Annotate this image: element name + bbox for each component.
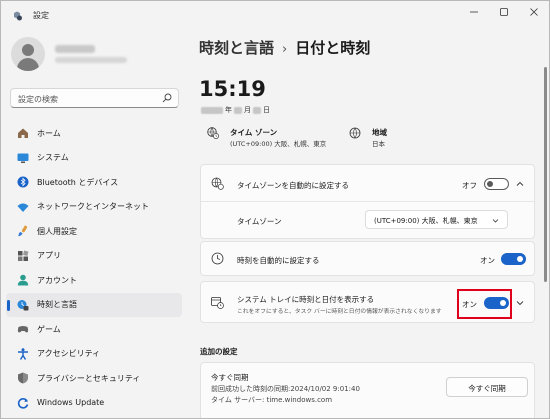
month-suffix: 月 bbox=[244, 106, 251, 114]
sidebar-item-label: Windows Update bbox=[37, 398, 105, 408]
chevron-down-icon bbox=[492, 219, 499, 223]
scrollbar[interactable] bbox=[544, 67, 547, 282]
sidebar-item-label: ホーム bbox=[37, 128, 61, 138]
auto-timezone-label: タイムゾーンを自動的に設定する bbox=[237, 181, 349, 190]
sidebar-item-personalization[interactable]: 個人用設定 bbox=[6, 219, 182, 244]
user-name-redacted bbox=[55, 45, 95, 53]
sidebar-item-gaming[interactable]: ゲーム bbox=[6, 317, 182, 342]
sidebar-item-label: アカウント bbox=[37, 275, 77, 285]
minimize-icon bbox=[470, 11, 478, 13]
additional-settings-title: 追加の設定 bbox=[200, 347, 238, 356]
sidebar-item-network[interactable]: ネットワークとインターネット bbox=[6, 195, 182, 220]
close-icon bbox=[530, 8, 538, 16]
user-profile[interactable] bbox=[11, 37, 181, 77]
auto-time-label: 時刻を自動的に設定する bbox=[237, 256, 320, 265]
region-info-value: 日本 bbox=[372, 140, 385, 148]
home-icon bbox=[18, 128, 28, 138]
timezone-info-title: タイム ゾーン bbox=[230, 128, 278, 137]
systray-label: システム トレイに時刻と日付を表示する bbox=[237, 295, 375, 304]
highlight-box bbox=[457, 289, 512, 319]
minimize-button[interactable] bbox=[459, 1, 489, 23]
search-input[interactable]: 設定の検索 bbox=[10, 88, 179, 108]
sidebar-item-label: ゲーム bbox=[37, 324, 61, 334]
last-sync-time: 前回成功した時刻の同期:2024/10/02 9:01:40 bbox=[211, 385, 360, 393]
timezone-info-value: (UTC+09:00) 大阪、札幌、東京 bbox=[230, 140, 327, 148]
bluetooth-icon bbox=[17, 176, 29, 188]
breadcrumb-separator: › bbox=[282, 42, 288, 57]
timezone-dropdown-value: (UTC+09:00) 大阪、札幌、東京 bbox=[374, 217, 478, 225]
account-icon bbox=[17, 274, 29, 286]
sidebar-item-apps[interactable]: アプリ bbox=[6, 244, 182, 269]
sidebar-item-privacy[interactable]: プライバシーとセキュリティ bbox=[6, 366, 182, 391]
date-month-redacted bbox=[234, 106, 242, 114]
search-icon bbox=[162, 93, 172, 103]
wifi-icon bbox=[17, 203, 29, 212]
sidebar-item-system[interactable]: システム bbox=[6, 146, 182, 171]
systray-description: これをオフにすると、タスク バーに時刻と日付の情報が表示されなくなります bbox=[237, 309, 442, 315]
sidebar-item-label: プライバシーとセキュリティ bbox=[37, 373, 141, 383]
day-suffix: 日 bbox=[263, 106, 270, 114]
sidebar-nav: ホーム システム Bluetooth とデバイス ネットワークとインターネット … bbox=[6, 121, 182, 415]
breadcrumb-parent[interactable]: 時刻と言語 bbox=[199, 39, 274, 57]
sidebar-item-label: ネットワークとインターネット bbox=[37, 202, 149, 212]
globe-sync-icon bbox=[211, 177, 224, 190]
apps-icon bbox=[18, 249, 29, 261]
system-icon bbox=[17, 153, 29, 163]
sidebar-item-windows-update[interactable]: Windows Update bbox=[6, 391, 182, 416]
shield-icon bbox=[18, 372, 28, 384]
auto-time-state: オン bbox=[480, 256, 495, 265]
maximize-icon bbox=[500, 8, 508, 16]
region-info-title: 地域 bbox=[372, 128, 387, 137]
window-controls bbox=[459, 1, 549, 23]
sidebar-item-label: 時刻と言語 bbox=[37, 300, 77, 310]
breadcrumb: 時刻と言語 › 日付と時刻 bbox=[199, 37, 370, 58]
clock-icon bbox=[211, 252, 224, 265]
sync-now-button[interactable]: 今すぐ同期 bbox=[446, 377, 528, 397]
page-title: 日付と時刻 bbox=[295, 39, 371, 57]
sidebar-item-label: アプリ bbox=[37, 251, 61, 261]
taskbar-clock-icon bbox=[211, 297, 224, 309]
user-email-redacted bbox=[55, 57, 127, 63]
sidebar-item-home[interactable]: ホーム bbox=[6, 121, 182, 146]
settings-window: 設定 設定の検索 ホーム システム Bluetooth とデバイス ネットワーク… bbox=[0, 0, 550, 419]
chevron-down-icon[interactable] bbox=[516, 299, 524, 307]
auto-timezone-state: オフ bbox=[462, 181, 477, 190]
current-time: 15:19 bbox=[199, 77, 266, 101]
window-title: 設定 bbox=[33, 11, 49, 20]
gamepad-icon bbox=[17, 326, 29, 333]
sync-title: 今すぐ同期 bbox=[211, 373, 249, 382]
search-placeholder: 設定の検索 bbox=[18, 95, 58, 104]
sidebar-item-label: アクセシビリティ bbox=[37, 349, 101, 359]
globe-icon bbox=[349, 127, 361, 139]
title-bar: 設定 bbox=[1, 1, 549, 31]
windows-update-icon bbox=[17, 397, 29, 409]
time-server: タイム サーバー: time.windows.com bbox=[211, 396, 333, 404]
sidebar-item-label: システム bbox=[37, 153, 69, 163]
auto-time-toggle[interactable] bbox=[501, 253, 526, 265]
auto-timezone-toggle[interactable] bbox=[484, 178, 509, 190]
timezone-select-label: タイムゾーン bbox=[237, 217, 282, 226]
sidebar-item-label: Bluetooth とデバイス bbox=[37, 177, 119, 187]
date-day-redacted bbox=[253, 106, 261, 114]
time-language-icon bbox=[17, 299, 29, 310]
timezone-icon bbox=[207, 127, 219, 139]
maximize-button[interactable] bbox=[489, 1, 519, 23]
current-date: 年 月 日 bbox=[201, 105, 270, 115]
close-button[interactable] bbox=[519, 1, 549, 23]
timezone-dropdown[interactable]: (UTC+09:00) 大阪、札幌、東京 bbox=[365, 210, 508, 229]
settings-app-icon bbox=[14, 11, 22, 21]
sidebar-item-accessibility[interactable]: アクセシビリティ bbox=[6, 342, 182, 367]
brush-icon bbox=[18, 225, 28, 237]
accessibility-icon bbox=[18, 347, 28, 360]
sidebar-item-label: 個人用設定 bbox=[37, 226, 77, 236]
year-suffix: 年 bbox=[225, 106, 232, 114]
avatar bbox=[11, 37, 45, 71]
date-year-redacted bbox=[201, 106, 223, 114]
sidebar-item-bluetooth[interactable]: Bluetooth とデバイス bbox=[6, 170, 182, 195]
chevron-up-icon[interactable] bbox=[516, 180, 524, 188]
sidebar-item-accounts[interactable]: アカウント bbox=[6, 268, 182, 293]
sidebar-item-time-language[interactable]: 時刻と言語 bbox=[6, 292, 182, 317]
